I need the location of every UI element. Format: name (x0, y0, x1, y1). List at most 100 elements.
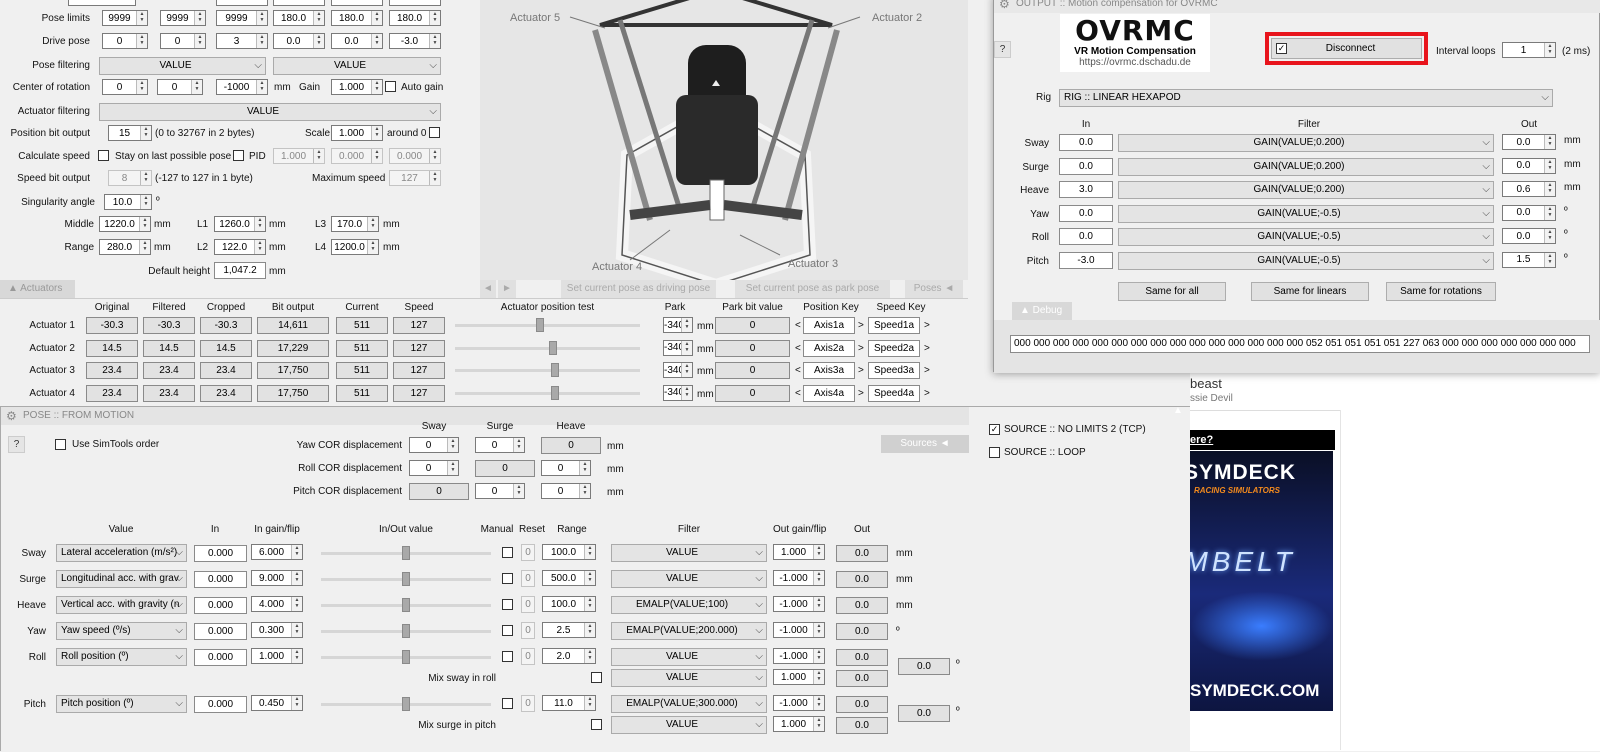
actuator-position-slider[interactable] (455, 318, 640, 332)
clipped-row-field[interactable] (331, 0, 383, 6)
output-out-field[interactable]: 0.0 ▲ ▼ (1502, 228, 1556, 244)
reset-button[interactable]: 0 (521, 570, 535, 587)
simtools-order-checkbox[interactable] (55, 439, 66, 450)
position-key-field[interactable]: Axis3a (803, 362, 855, 379)
drive-pose-field-1[interactable]: 0 ▲ ▼ (160, 33, 206, 49)
park-field[interactable]: -340▲▼ (663, 384, 693, 401)
pose-limit-field-5[interactable]: 180.0 ▲ ▼ (389, 10, 441, 26)
drive-pose-field-3[interactable]: 0.0 ▲ ▼ (273, 33, 325, 49)
pose-value-dropdown[interactable]: Lateral acceleration (m/s²) ⌵ (56, 544, 187, 562)
scale-field[interactable]: 1.000 ▲ ▼ (331, 125, 383, 141)
position-key-field[interactable]: Axis2a (803, 339, 855, 357)
actuator-position-slider-thumb[interactable] (551, 385, 559, 400)
mix-sway-gain-field[interactable]: 1.000 ▲ ▼ (773, 669, 825, 685)
bg-link[interactable]: ere? (1190, 434, 1213, 446)
l4-field[interactable]: 1200.0 ▲ ▼ (331, 239, 379, 255)
sources-tab[interactable]: Sources ◄ (881, 435, 969, 453)
reset-button[interactable]: 0 (521, 622, 535, 639)
viewer-nav-right-button[interactable]: ► (498, 280, 516, 298)
manual-checkbox[interactable] (502, 625, 513, 636)
pose-in-gain-field[interactable]: 0.450 ▲ ▼ (251, 695, 303, 711)
output-filter-dropdown[interactable]: GAIN(VALUE;0.200) ⌵ (1118, 134, 1494, 152)
pose-in-gain-field[interactable]: 6.000 ▲ ▼ (251, 544, 303, 560)
mix-sway-checkbox[interactable] (591, 672, 602, 683)
pose-filter-dropdown[interactable]: EMALP(VALUE;100) ⌵ (611, 596, 767, 614)
speed-bit-field[interactable]: 8 ▲ ▼ (108, 170, 152, 186)
source-checkbox[interactable]: ✓ (989, 424, 1000, 435)
clipped-row-field[interactable] (216, 0, 268, 6)
pose-value-dropdown[interactable]: Yaw speed (º/s) ⌵ (56, 622, 187, 640)
output-out-field[interactable]: 0.6 ▲ ▼ (1502, 181, 1556, 197)
around-zero-checkbox[interactable] (429, 127, 440, 138)
speed-key-field[interactable]: Speed4a (868, 384, 920, 402)
pose-range-field[interactable]: 2.0 ▲ ▼ (542, 648, 596, 664)
pitch-cor-field[interactable]: 0 ▲ ▼ (475, 483, 525, 499)
reset-button[interactable]: 0 (521, 596, 535, 613)
pose-filter-dropdown[interactable]: VALUE ⌵ (611, 544, 767, 562)
pose-in-gain-field[interactable]: 4.000 ▲ ▼ (251, 596, 303, 612)
speed-key-field[interactable]: Speed3a (868, 362, 920, 379)
pose-limit-field-2[interactable]: 9999 ▲ ▼ (216, 10, 268, 26)
pose-filter-dropdown-2[interactable]: VALUE ⌵ (273, 57, 441, 75)
pose-in-gain-field[interactable]: 1.000 ▲ ▼ (251, 648, 303, 664)
output-filter-dropdown[interactable]: GAIN(VALUE;-0.5) ⌵ (1118, 204, 1494, 223)
pid-i-field[interactable]: 0.000 ▲ ▼ (331, 148, 383, 164)
manual-checkbox[interactable] (502, 698, 513, 709)
l3-field[interactable]: 170.0 ▲ ▼ (331, 216, 379, 232)
pose-inout-slider[interactable] (321, 598, 491, 612)
debug-tab[interactable]: ▲ Debug (1012, 302, 1072, 320)
reset-button[interactable]: 0 (521, 648, 535, 665)
reset-button[interactable]: 0 (521, 544, 535, 561)
clipped-row-field[interactable] (273, 0, 325, 6)
pose-out-gain-field[interactable]: -1.000 ▲ ▼ (773, 695, 825, 711)
pid-d-field[interactable]: 0.000 ▲ ▼ (389, 148, 441, 164)
actuator-position-slider[interactable] (455, 340, 640, 355)
calculate-speed-checkbox[interactable] (98, 150, 109, 161)
rig-3d-viewer[interactable]: Actuator 5 Actuator 2 Actuator 4 Actuato… (480, 0, 968, 280)
cor-field-0[interactable]: 0 ▲ ▼ (102, 79, 148, 95)
position-key-field[interactable]: Axis4a (803, 384, 855, 402)
pose-filter-dropdown[interactable]: EMALP(VALUE;200.000) ⌵ (611, 622, 767, 640)
actuator-position-slider[interactable] (455, 385, 640, 400)
cor-field-1[interactable]: 0 ▲ ▼ (157, 79, 203, 95)
set-park-pose-button[interactable]: Set current pose as park pose (735, 280, 890, 298)
output-filter-dropdown[interactable]: GAIN(VALUE;-0.5) ⌵ (1118, 251, 1494, 270)
singularity-angle-field[interactable]: 10.0 ▲ ▼ (104, 194, 152, 210)
speed-key-field[interactable]: Speed1a (868, 317, 920, 334)
roll-cor-field[interactable]: 0 ▲ ▼ (541, 460, 591, 476)
pose-filter-dropdown[interactable]: VALUE ⌵ (611, 648, 767, 666)
pose-inout-slider[interactable] (321, 546, 491, 560)
clipped-row-field[interactable] (389, 0, 441, 6)
pose-in-gain-field[interactable]: 9.000 ▲ ▼ (251, 570, 303, 586)
pose-filter-dropdown[interactable]: EMALP(VALUE;300.000) ⌵ (611, 695, 767, 713)
pose-inout-slider[interactable] (321, 572, 491, 586)
output-help-button[interactable]: ? (994, 41, 1011, 58)
pose-filter-dropdown[interactable]: VALUE ⌵ (611, 570, 767, 588)
pose-inout-slider-thumb[interactable] (402, 650, 410, 664)
source-checkbox[interactable] (989, 447, 1000, 458)
pose-limit-field-0[interactable]: 9999 ▲ ▼ (102, 10, 148, 26)
mix-surge-gain-field[interactable]: 1.000 ▲ ▼ (773, 716, 825, 732)
yaw-cor-field[interactable]: 0 ▲ ▼ (475, 437, 525, 453)
same-for-all-button[interactable]: Same for all (1118, 282, 1226, 301)
pose-out-gain-field[interactable]: -1.000 ▲ ▼ (773, 622, 825, 638)
actuator-position-slider-thumb[interactable] (549, 340, 557, 355)
reset-button[interactable]: 0 (521, 695, 535, 712)
interval-loops-field[interactable]: 1 ▲ ▼ (1502, 42, 1556, 58)
pose-range-field[interactable]: 500.0 ▲ ▼ (542, 570, 596, 586)
set-driving-pose-button[interactable]: Set current pose as driving pose (561, 280, 716, 298)
output-out-field[interactable]: 1.5 ▲ ▼ (1502, 251, 1556, 268)
pose-inout-slider-thumb[interactable] (402, 598, 410, 612)
pose-limit-field-3[interactable]: 180.0 ▲ ▼ (273, 10, 325, 26)
pose-limit-field-4[interactable]: 180.0 ▲ ▼ (331, 10, 383, 26)
pose-out-gain-field[interactable]: -1.000 ▲ ▼ (773, 596, 825, 612)
pose-out-gain-field[interactable]: 1.000 ▲ ▼ (773, 544, 825, 560)
max-speed-field[interactable]: 127 ▲ ▼ (389, 170, 441, 186)
pose-inout-slider-thumb[interactable] (402, 572, 410, 586)
clipped-row-field[interactable] (68, 0, 136, 6)
actuator-position-slider[interactable] (455, 363, 640, 377)
same-for-rotations-button[interactable]: Same for rotations (1386, 282, 1496, 301)
drive-pose-field-2[interactable]: 3 ▲ ▼ (216, 33, 268, 49)
pid-checkbox[interactable] (233, 150, 244, 161)
same-for-linears-button[interactable]: Same for linears (1251, 282, 1369, 301)
